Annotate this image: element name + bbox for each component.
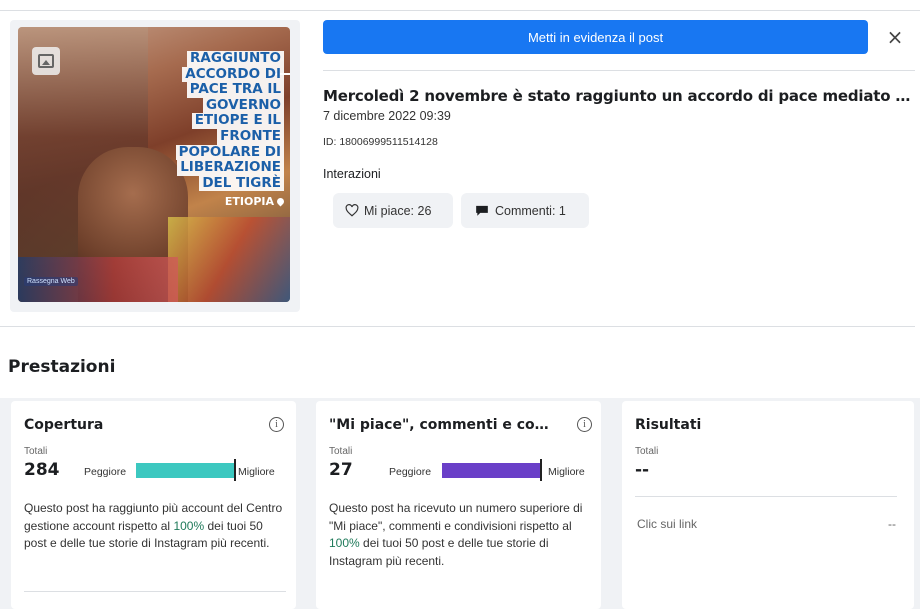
location-pin-icon — [275, 196, 286, 207]
card-subtitle: Totali — [24, 446, 48, 457]
card-description: Questo post ha raggiunto più account del… — [24, 500, 286, 553]
thumbnail-watermark: Rassegna Web — [24, 277, 78, 286]
overlay-line: POPOLARE DI — [175, 144, 284, 161]
comparison-better-label: Migliore — [548, 466, 585, 478]
description-text: dei tuoi 50 post e delle tue storie di I… — [329, 536, 549, 568]
card-description: Questo post ha ricevuto un numero superi… — [329, 500, 591, 570]
link-clicks-value: -- — [888, 517, 896, 531]
card-title: Risultati — [635, 417, 702, 433]
card-subtitle: Totali — [635, 446, 659, 457]
location-tag-label: ETIOPIA — [224, 195, 274, 209]
overlay-line: GOVERNO — [202, 97, 284, 114]
overlay-line: FRONTE — [217, 128, 284, 145]
comments-pill[interactable]: Commenti: 1 — [461, 193, 589, 228]
card-value: -- — [635, 460, 650, 480]
close-icon[interactable]: × — [882, 24, 908, 50]
engagement-card: "Mi piace", commenti e condivisioni i To… — [316, 401, 601, 609]
card-value: 284 — [24, 460, 60, 480]
thumbnail-overlay-text: RAGGIUNTO ACCORDO DI PACE TRA IL GOVERNO… — [175, 50, 286, 209]
comparison-marker — [234, 459, 236, 481]
overlay-line: ETIOPE E IL — [191, 113, 284, 129]
comparison-bar — [442, 463, 540, 478]
interactions-heading: Interazioni — [323, 167, 381, 181]
section-divider — [0, 326, 915, 327]
post-thumbnail[interactable]: RAGGIUNTO ACCORDO DI PACE TRA IL GOVERNO… — [18, 27, 290, 302]
description-percentage: 100% — [329, 536, 360, 550]
card-subtitle: Totali — [329, 446, 353, 457]
overlay-line: DEL TIGRÈ — [199, 175, 284, 192]
comments-count: Commenti: 1 — [495, 203, 566, 218]
comparison-bar — [136, 463, 234, 478]
reach-card: Copertura i Totali 284 Peggiore Migliore… — [11, 401, 296, 609]
description-text: Questo post ha ricevuto un numero superi… — [329, 501, 583, 533]
card-title: "Mi piace", commenti e condivisioni — [329, 417, 557, 433]
overlay-line: ACCORDO DI — [182, 66, 284, 83]
comparison-marker — [540, 459, 542, 481]
comparison-worse-label: Peggiore — [389, 466, 432, 478]
card-title: Copertura — [24, 417, 104, 433]
info-icon[interactable]: i — [269, 417, 284, 432]
info-icon[interactable]: i — [577, 417, 592, 432]
card-divider — [635, 496, 897, 497]
top-divider — [0, 10, 920, 11]
overlay-line: RAGGIUNTO — [187, 50, 284, 67]
performance-heading: Prestazioni — [8, 357, 116, 377]
image-icon — [32, 47, 60, 75]
boost-post-button[interactable]: Metti in evidenza il post — [323, 20, 868, 54]
overlay-line: PACE TRA IL — [186, 82, 284, 98]
link-clicks-label: Clic sui link — [637, 517, 698, 531]
results-card: Risultati Totali -- Clic sui link -- — [622, 401, 914, 609]
likes-pill[interactable]: Mi piace: 26 — [333, 193, 453, 228]
likes-count: Mi piace: 26 — [364, 203, 432, 218]
card-divider — [24, 591, 286, 592]
thumbnail-fabric — [168, 217, 290, 302]
header-divider — [323, 70, 915, 71]
comparison-worse-label: Peggiore — [84, 466, 127, 478]
comment-icon — [476, 205, 488, 216]
location-tag: ETIOPIA — [224, 195, 286, 209]
overlay-line: LIBERAZIONE — [177, 160, 284, 176]
post-title: Mercoledì 2 novembre è stato raggiunto u… — [323, 87, 913, 105]
heart-icon — [345, 204, 359, 217]
comparison-better-label: Migliore — [238, 466, 275, 478]
card-value: 27 — [329, 460, 353, 480]
description-percentage: 100% — [173, 518, 205, 533]
post-date: 7 dicembre 2022 09:39 — [323, 109, 451, 123]
post-id: ID: 18006999511514128 — [323, 136, 438, 148]
